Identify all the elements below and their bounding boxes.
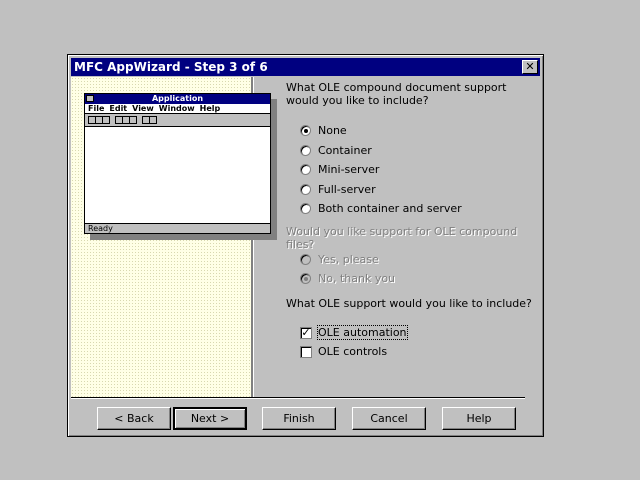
radio-button[interactable] <box>300 164 311 175</box>
preview-menu-window: Window <box>158 104 195 113</box>
radio-none-label: None <box>318 124 347 137</box>
cancel-button[interactable]: Cancel <box>352 407 426 430</box>
preview-tool-icon <box>102 116 110 124</box>
support-question: What OLE support would you like to inclu… <box>286 297 532 310</box>
help-button[interactable]: Help <box>442 407 516 430</box>
checkbox-ole-automation[interactable]: ✓ OLE automation <box>300 325 408 340</box>
radio-container-label: Container <box>318 144 372 157</box>
appwizard-dialog: MFC AppWizard - Step 3 of 6 ✕ Applicatio… <box>67 54 544 437</box>
radio-no-label: No, thank you <box>318 272 396 285</box>
radio-button[interactable] <box>300 125 311 136</box>
radio-full-server[interactable]: Full-server <box>300 183 376 197</box>
radio-full-server-label: Full-server <box>318 183 376 196</box>
next-button[interactable]: Next > <box>173 407 247 430</box>
horizontal-divider <box>71 397 525 399</box>
checkbox-ole-automation-label: OLE automation <box>317 325 408 340</box>
checkbox-checked-icon[interactable]: ✓ <box>300 327 312 339</box>
preview-title-bar: Application <box>85 94 270 104</box>
preview-status-bar: Ready <box>85 223 270 233</box>
preview-system-menu-icon <box>86 95 94 102</box>
radio-button[interactable] <box>300 145 311 156</box>
radio-mini-server[interactable]: Mini-server <box>300 163 379 177</box>
app-preview: Application File Edit View Window Help Ready <box>84 93 271 234</box>
compound-question: What OLE compound document support would… <box>286 81 507 107</box>
radio-no-thank-you: No, thank you <box>300 272 395 286</box>
title-bar[interactable]: MFC AppWizard - Step 3 of 6 ✕ <box>71 58 540 76</box>
close-icon[interactable]: ✕ <box>522 60 538 74</box>
preview-title: Application <box>151 94 204 103</box>
preview-menu-view: View <box>132 104 154 113</box>
radio-both-label: Both container and server <box>318 202 462 215</box>
preview-tool-icon <box>129 116 137 124</box>
preview-menu-file: File <box>88 104 105 113</box>
dialog-title: MFC AppWizard - Step 3 of 6 <box>74 60 268 74</box>
radio-container[interactable]: Container <box>300 144 372 158</box>
preview-tool-icon <box>149 116 157 124</box>
files-question: Would you like support for OLE compound … <box>286 225 518 251</box>
checkbox-ole-controls[interactable]: OLE controls <box>300 345 387 359</box>
radio-both[interactable]: Both container and server <box>300 202 462 216</box>
radio-yes-please: Yes, please <box>300 253 379 267</box>
radio-none[interactable]: None <box>300 124 347 138</box>
radio-button[interactable] <box>300 203 311 214</box>
preview-menu-help: Help <box>199 104 221 113</box>
radio-button <box>300 273 311 284</box>
preview-menu-edit: Edit <box>109 104 128 113</box>
radio-mini-server-label: Mini-server <box>318 163 380 176</box>
radio-button <box>300 254 311 265</box>
checkbox-unchecked-icon[interactable] <box>300 346 312 358</box>
finish-button[interactable]: Finish <box>262 407 336 430</box>
radio-yes-label: Yes, please <box>318 253 379 266</box>
back-button[interactable]: < Back <box>97 407 171 430</box>
checkbox-ole-controls-label: OLE controls <box>318 345 388 358</box>
preview-toolbar <box>85 114 270 127</box>
preview-menubar: File Edit View Window Help <box>85 104 270 114</box>
radio-button[interactable] <box>300 184 311 195</box>
